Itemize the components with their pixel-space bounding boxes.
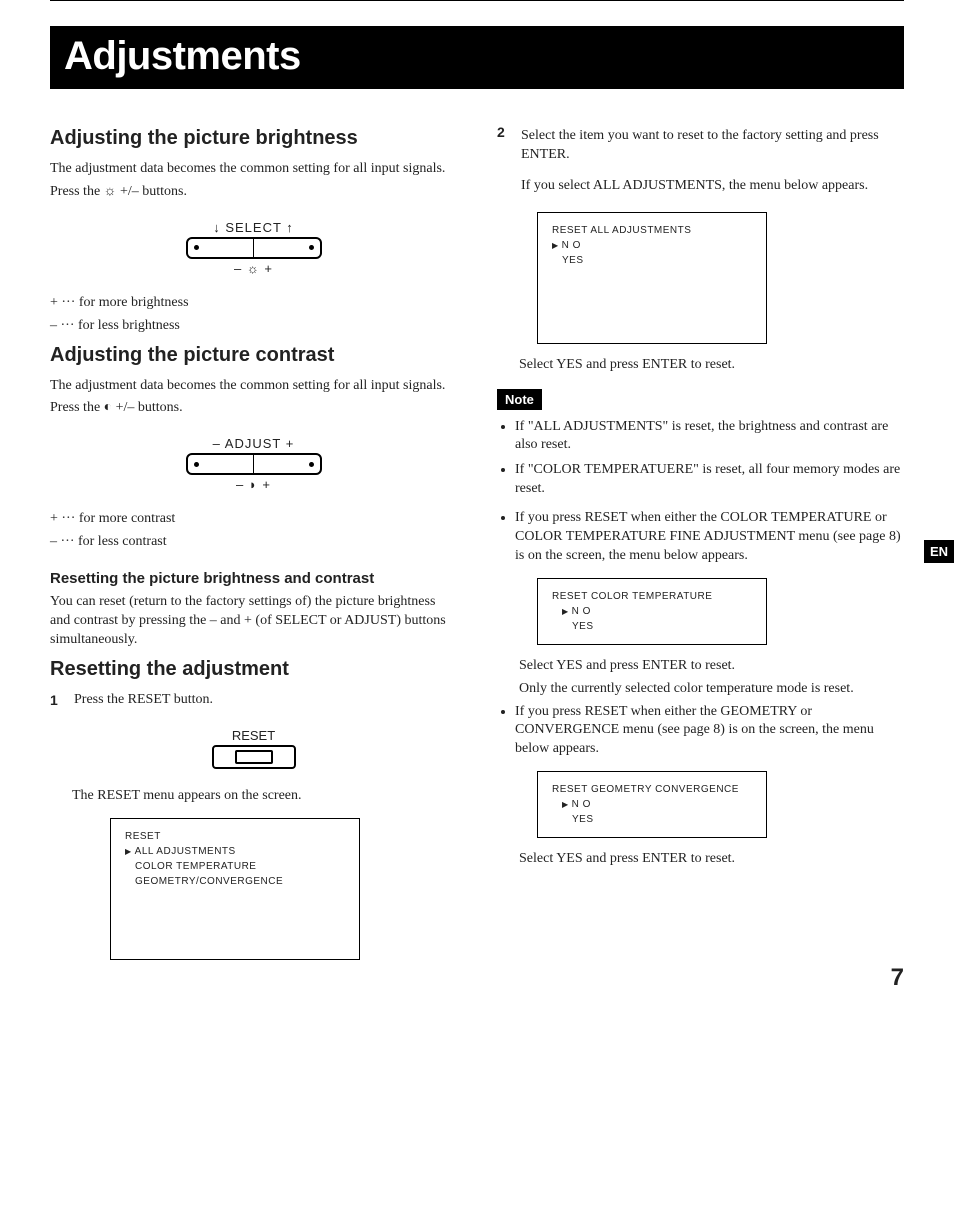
reset-bc-para: You can reset (return to the factory set… [50,593,457,650]
heading-brightness: Adjusting the picture brightness [50,127,457,150]
rocker-top-label: ↓ SELECT ↑ [186,220,322,235]
gc-after: Select YES and press ENTER to reset. [519,850,904,869]
note-2: If "COLOR TEMPERATUERE" is reset, all fo… [515,461,904,499]
step-1-text: Press the RESET button. [74,691,213,710]
note-1: If "ALL ADJUSTMENTS" is reset, the brigh… [515,418,904,456]
osd-option-no: N O [552,238,752,253]
osd-option-yes: YES [552,619,752,634]
brightness-para-1: The adjustment data becomes the common s… [50,160,457,179]
rocker-bottom-label: – ☼ + [186,261,322,276]
osd-reset-gc: RESET GEOMETRY CONVERGENCE N O YES [537,771,767,838]
osd-reset-ct: RESET COLOR TEMPERATURE N O YES [537,578,767,645]
osd-title: RESET ALL ADJUSTMENTS [552,223,752,238]
contrast-para-1: The adjustment data becomes the common s… [50,377,457,396]
bullet-gc: If you press RESET when either the GEOME… [515,703,904,760]
brightness-more: + ··· for more brightness [50,294,457,313]
page-title: Adjustments [50,26,904,89]
contrast-more: + ··· for more contrast [50,510,457,529]
reset-button-label: RESET [50,728,457,743]
heading-reset-adj: Resetting the adjustment [50,658,457,681]
reset-after-text: The RESET menu appears on the screen. [72,787,457,806]
rocker-bottom-label: – ◗ + [186,477,322,492]
step-1-number: 1 [50,691,64,710]
osd-reset-all: RESET ALL ADJUSTMENTS N O YES [537,212,767,344]
ct-after-2: Only the currently selected color temper… [519,680,904,699]
osd-option-ct: COLOR TEMPERATURE [125,859,345,874]
left-column: Adjusting the picture brightness The adj… [50,119,457,972]
osd-reset-menu: RESET ALL ADJUSTMENTS COLOR TEMPERATURE … [110,818,360,960]
brightness-rocker-diagram: ↓ SELECT ↑ – ☼ + [50,220,457,276]
osd-option-all: ALL ADJUSTMENTS [125,844,345,859]
contrast-para-2: Press the ◐ +/– buttons. [50,399,457,418]
select-yes-1: Select YES and press ENTER to reset. [519,356,904,375]
osd-title: RESET [125,829,345,844]
brightness-para-2: Press the ☼ +/– buttons. [50,183,457,202]
osd-option-no: N O [552,797,752,812]
step-2-number: 2 [497,123,511,142]
osd-option-yes: YES [552,253,752,268]
rocker-top-label: – ADJUST + [186,436,322,451]
note-badge: Note [497,389,542,410]
contrast-less: – ··· for less contrast [50,533,457,552]
step-2-text-a: Select the item you want to reset to the… [521,127,904,165]
osd-option-gc: GEOMETRY/CONVERGENCE [125,874,345,889]
ct-after-1: Select YES and press ENTER to reset. [519,657,904,676]
step-2-text-b: If you select ALL ADJUSTMENTS, the menu … [521,177,904,196]
language-tab: EN [924,540,954,563]
heading-reset-bc: Resetting the picture brightness and con… [50,570,457,587]
osd-option-no: N O [552,604,752,619]
contrast-rocker-diagram: – ADJUST + – ◗ + [50,436,457,492]
osd-title: RESET COLOR TEMPERATURE [552,589,752,604]
osd-option-yes: YES [552,812,752,827]
right-column: 2 Select the item you want to reset to t… [497,119,904,972]
heading-contrast: Adjusting the picture contrast [50,344,457,367]
reset-button-diagram: RESET [50,728,457,769]
brightness-less: – ··· for less brightness [50,317,457,336]
page-number: 7 [891,964,904,992]
osd-title: RESET GEOMETRY CONVERGENCE [552,782,752,797]
bullet-ct: If you press RESET when either the COLOR… [515,509,904,566]
